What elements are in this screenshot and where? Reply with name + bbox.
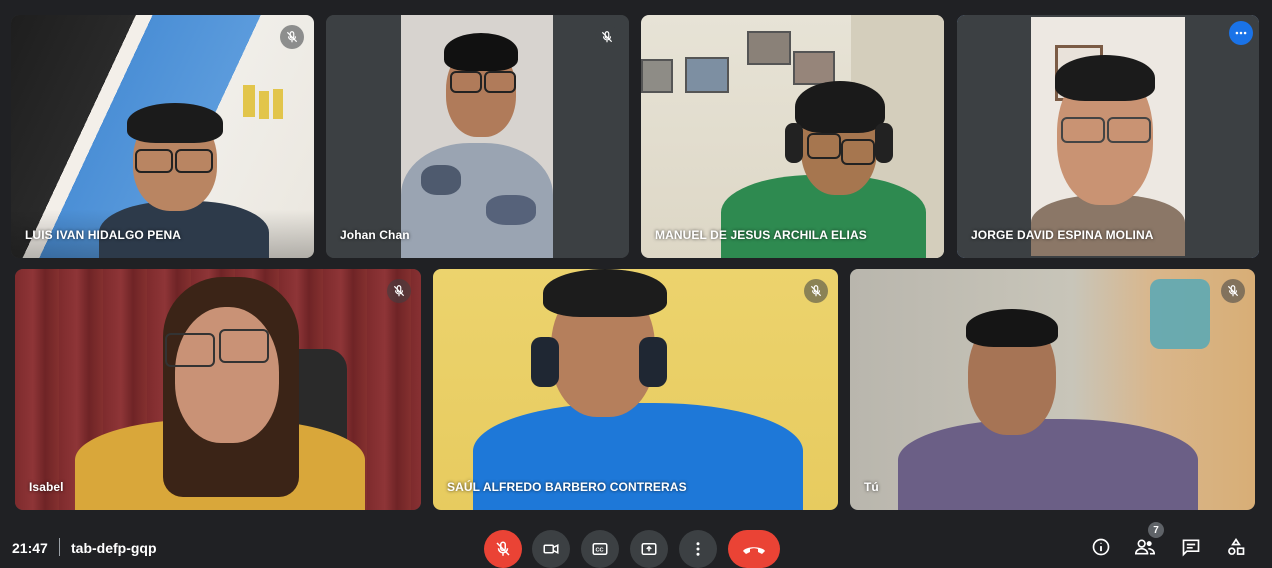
more-options-icon (696, 542, 700, 556)
closed-captions-icon: CC (592, 543, 608, 555)
participant-tile-self[interactable]: Tú (850, 269, 1255, 510)
end-call-icon (743, 547, 765, 554)
activities-button[interactable] (1225, 536, 1247, 558)
participant-name: JORGE DAVID ESPINA MOLINA (971, 228, 1154, 242)
participant-name: Johan Chan (340, 228, 410, 242)
mic-toggle-button[interactable] (484, 530, 522, 568)
participant-tile-manuel[interactable]: MANUEL DE JESUS ARCHILA ELIAS (641, 15, 944, 258)
participant-name: Tú (864, 480, 879, 494)
end-call-button[interactable] (728, 530, 780, 568)
chat-icon (1182, 539, 1200, 557)
camera-toggle-button[interactable] (532, 530, 570, 568)
mic-off-icon (804, 279, 828, 303)
info-icon (1092, 538, 1110, 556)
bottom-control-bar: 21:47 tab-defp-gqp CC 7 (0, 522, 1272, 568)
more-options-icon[interactable] (1229, 21, 1253, 45)
mic-off-icon (496, 541, 510, 556)
participant-name: Isabel (29, 480, 64, 494)
camera-icon (543, 544, 559, 554)
chat-button[interactable] (1180, 536, 1202, 558)
participant-tile-isabel[interactable]: Isabel (15, 269, 421, 510)
mic-off-icon (387, 279, 411, 303)
more-options-button[interactable] (679, 530, 717, 568)
separator (59, 538, 60, 556)
mic-off-icon (280, 25, 304, 49)
meeting-time: 21:47 (12, 540, 48, 556)
captions-button[interactable]: CC (581, 530, 619, 568)
present-screen-icon (641, 543, 657, 555)
mic-off-icon (1221, 279, 1245, 303)
participant-tile-jorge[interactable]: JORGE DAVID ESPINA MOLINA (957, 15, 1259, 258)
participant-tile-johan[interactable]: Johan Chan (326, 15, 629, 258)
participant-tile-luis[interactable]: LUIS IVAN HIDALGO PENA (11, 15, 314, 258)
mic-off-icon (595, 25, 619, 49)
participant-name: SAÚL ALFREDO BARBERO CONTRERAS (447, 480, 687, 494)
participant-tile-saul[interactable]: SAÚL ALFREDO BARBERO CONTRERAS (433, 269, 838, 510)
people-icon (1134, 539, 1156, 555)
present-button[interactable] (630, 530, 668, 568)
meeting-code: tab-defp-gqp (71, 540, 157, 556)
people-count-badge: 7 (1148, 522, 1164, 538)
participant-name: LUIS IVAN HIDALGO PENA (25, 228, 181, 242)
info-button[interactable] (1090, 536, 1112, 558)
people-button[interactable] (1134, 536, 1156, 558)
participant-name: MANUEL DE JESUS ARCHILA ELIAS (655, 228, 867, 242)
activities-icon (1228, 537, 1245, 555)
svg-text:CC: CC (596, 548, 604, 554)
